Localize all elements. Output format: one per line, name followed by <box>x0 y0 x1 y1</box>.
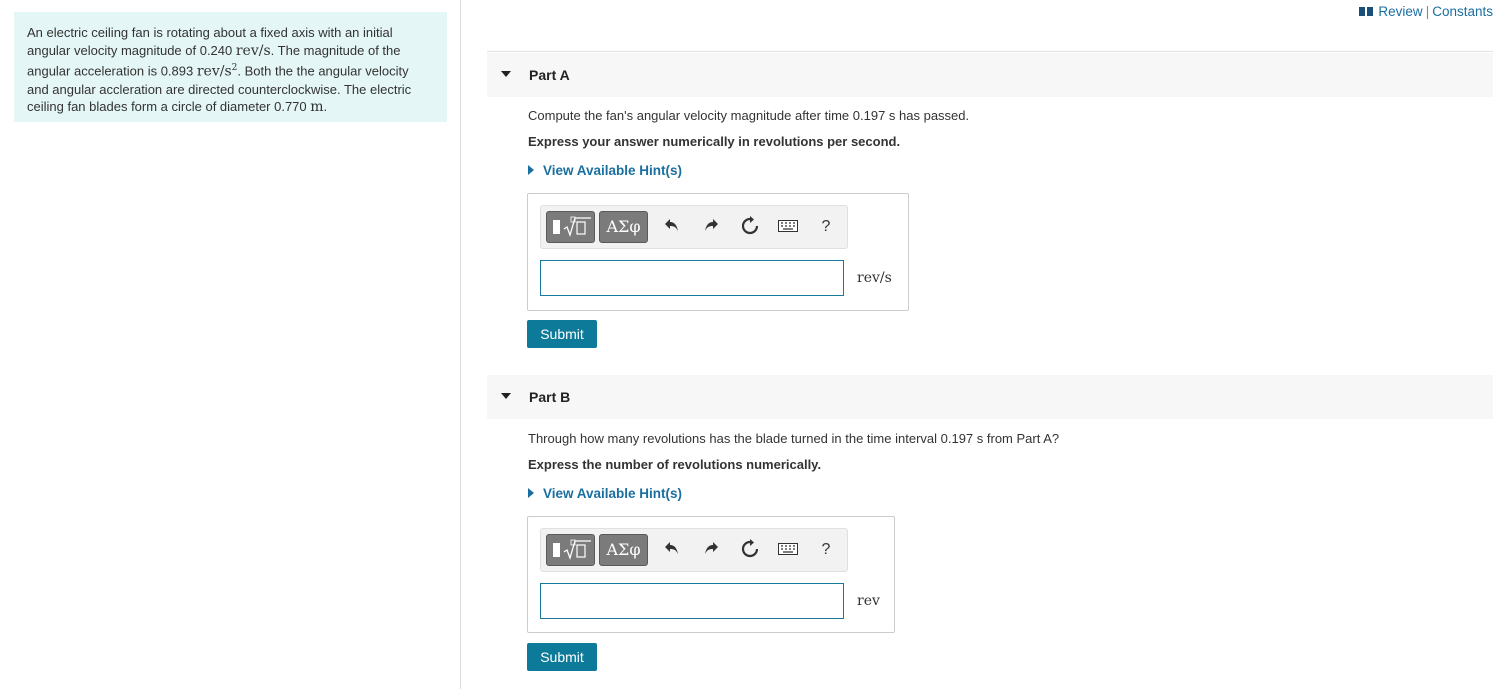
problem-text: ceiling fan blades form a circle of diam… <box>27 99 311 115</box>
keyboard-icon[interactable] <box>777 539 799 561</box>
left-panel: An electric ceiling fan is rotating abou… <box>0 0 461 689</box>
part-b-instruction: Express the number of revolutions numeri… <box>528 457 822 472</box>
part-b-unit: rev <box>857 593 880 609</box>
template-button[interactable] <box>546 534 595 566</box>
hint-arrow-icon <box>528 165 534 175</box>
math-toolbar: ΑΣφ ? <box>540 205 848 249</box>
hint-arrow-icon <box>528 488 534 498</box>
collapse-triangle-icon[interactable] <box>501 393 511 399</box>
greek-symbols-button[interactable]: ΑΣφ <box>599 534 648 566</box>
hint-label: View Available Hint(s) <box>543 486 683 501</box>
part-a-instruction: Express your answer numerically in revol… <box>528 134 901 149</box>
reset-icon[interactable] <box>739 216 761 238</box>
keyboard-icon[interactable] <box>777 216 799 238</box>
part-a-unit: rev/s <box>857 270 892 286</box>
problem-line-5: ceiling fan blades form a circle of diam… <box>27 98 427 117</box>
help-icon[interactable]: ? <box>815 216 837 238</box>
reset-icon[interactable] <box>739 539 761 561</box>
problem-text: An electric ceiling fan is rotating abou… <box>27 25 393 40</box>
part-b-hint-link[interactable]: View Available Hint(s) <box>528 486 682 501</box>
template-icon <box>553 216 591 238</box>
part-b-submit-button[interactable]: Submit <box>527 643 597 671</box>
problem-line-2: angular velocity magnitude of 0.240 rev/… <box>27 42 427 61</box>
part-a-answer-input[interactable] <box>540 260 844 296</box>
redo-icon[interactable] <box>700 216 722 238</box>
part-a-prompt: Compute the fan's angular velocity magni… <box>528 108 970 123</box>
book-icon <box>1359 5 1374 20</box>
problem-text: . <box>323 99 328 115</box>
problem-text: angular velocity magnitude of 0.240 <box>27 42 236 58</box>
undo-icon[interactable] <box>661 216 683 238</box>
part-b-answer-input[interactable] <box>540 583 844 619</box>
hint-label: View Available Hint(s) <box>543 163 683 178</box>
review-link[interactable]: Review <box>1378 4 1422 19</box>
problem-line-3: angular acceleration is 0.893 rev/s2. Bo… <box>27 60 427 81</box>
collapse-triangle-icon[interactable] <box>501 71 511 77</box>
alpha-unit: rev/s <box>196 63 232 80</box>
undo-icon[interactable] <box>661 539 683 561</box>
help-icon[interactable]: ? <box>815 539 837 561</box>
greek-symbols-button[interactable]: ΑΣφ <box>599 211 648 243</box>
problem-text: angular acceleration is 0.893 <box>27 63 197 79</box>
problem-line-1: An electric ceiling fan is rotating abou… <box>27 24 427 42</box>
problem-line-4: and angular accleration are directed cou… <box>27 81 427 99</box>
part-b-label: Part B <box>529 389 571 405</box>
omega-unit: rev/s <box>235 42 271 59</box>
diameter-unit: m <box>310 99 324 116</box>
top-links: Review | Constants <box>1359 4 1493 20</box>
math-toolbar: ΑΣφ ? <box>540 528 848 572</box>
top-divider <box>487 51 1493 52</box>
problem-statement: An electric ceiling fan is rotating abou… <box>14 12 447 122</box>
part-b-answer-box: ΑΣφ ? rev <box>527 516 895 633</box>
template-icon <box>553 539 591 561</box>
part-a-submit-button[interactable]: Submit <box>527 320 597 348</box>
part-a-answer-box: ΑΣφ ? rev/s <box>527 193 909 311</box>
problem-text: . The magnitude of the <box>270 42 401 58</box>
redo-icon[interactable] <box>700 539 722 561</box>
template-button[interactable] <box>546 211 595 243</box>
part-b-prompt: Through how many revolutions has the bla… <box>528 431 1060 446</box>
constants-link[interactable]: Constants <box>1432 4 1493 19</box>
problem-text: and angular accleration are directed cou… <box>27 81 412 97</box>
part-a-header[interactable]: Part A <box>487 53 1493 97</box>
part-a-hint-link[interactable]: View Available Hint(s) <box>528 163 682 178</box>
part-a-label: Part A <box>529 67 570 83</box>
part-b-header[interactable]: Part B <box>487 375 1493 419</box>
link-separator: | <box>1425 4 1430 19</box>
problem-text: . Both the the angular velocity <box>237 63 409 79</box>
